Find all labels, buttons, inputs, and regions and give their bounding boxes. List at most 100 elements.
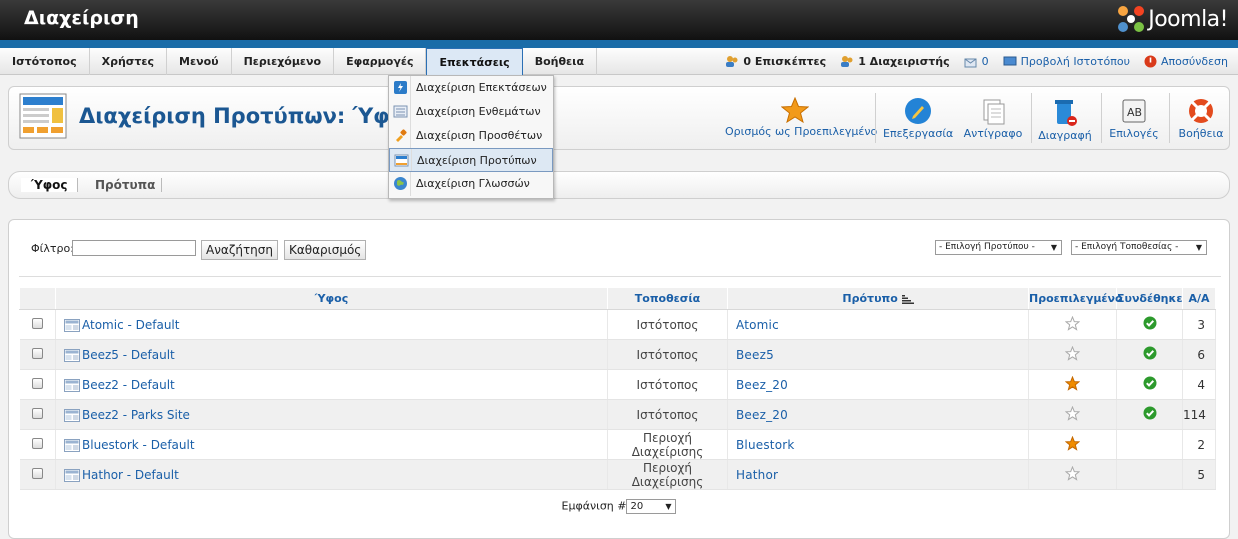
status-messages[interactable]: 0 [964, 55, 989, 68]
template-link[interactable]: Atomic [728, 318, 779, 332]
admin-header: Διαχείριση Joomla! [0, 0, 1238, 40]
id-cell: 6 [1182, 339, 1216, 370]
filter-input[interactable] [72, 240, 196, 256]
filter-label: Φίλτρο: [31, 242, 74, 255]
menu-content[interactable]: Περιεχόμενο [232, 48, 335, 75]
row-checkbox[interactable] [31, 377, 43, 389]
assigned-check-icon [1143, 406, 1156, 420]
col-default[interactable]: Προεπιλεγμένο [1028, 287, 1123, 310]
col-location[interactable]: Τοποθεσία [607, 287, 728, 310]
help-button[interactable]: Βοήθεια [1174, 97, 1228, 143]
col-checkbox [19, 287, 56, 310]
default-star-icon[interactable] [1064, 435, 1081, 451]
row-checkbox[interactable] [31, 407, 43, 419]
style-link[interactable]: Atomic - Default [82, 318, 179, 332]
table-row: Beez2 - Default Ιστότοπος Beez_20 4 [19, 369, 1216, 400]
menu-users[interactable]: Χρήστες [90, 48, 168, 75]
menu-menus[interactable]: Μενού [167, 48, 232, 75]
module-icon [393, 105, 408, 118]
logout-link[interactable]: Αποσύνδεση [1144, 55, 1228, 68]
template-cell: Beez_20 [727, 399, 1029, 430]
menu-site[interactable]: Ιστότοπος [0, 48, 90, 75]
style-cell: Hathor - Default [55, 459, 608, 490]
joomla-logo-icon [1118, 6, 1145, 32]
not-default-star-icon[interactable] [1064, 465, 1081, 481]
row-select-cell [19, 369, 56, 400]
assigned-cell [1116, 399, 1183, 430]
template-link[interactable]: Beez5 [728, 348, 774, 362]
template-link[interactable]: Beez_20 [728, 408, 788, 422]
dd-module-manager[interactable]: Διαχείριση Ενθεμάτων [389, 100, 553, 124]
tab-styles[interactable]: Ύφος [21, 178, 78, 192]
row-checkbox[interactable] [31, 347, 43, 359]
not-default-star-icon[interactable] [1064, 405, 1081, 421]
pagination-limit-select[interactable]: 20 ▼ [626, 499, 677, 514]
row-select-cell [19, 399, 56, 430]
default-cell [1028, 369, 1117, 400]
template-link[interactable]: Hathor [728, 468, 778, 482]
make-default-button[interactable]: Ορισμός ως Προεπιλεγμένο [725, 97, 877, 143]
template-thumbnail-icon [64, 408, 80, 422]
col-style[interactable]: Ύφος [55, 287, 608, 310]
row-checkbox[interactable] [31, 437, 43, 449]
admins-count: 1 Διαχειριστής [858, 55, 950, 68]
col-assigned[interactable]: Συνδέθηκε [1116, 287, 1183, 310]
col-id[interactable]: Α/Α [1182, 287, 1216, 310]
toolbar-separator [1031, 93, 1032, 143]
status-bar: 0 Επισκέπτες 1 Διαχειριστής 0 Προβολή Ισ… [725, 48, 1228, 75]
style-link[interactable]: Hathor - Default [82, 468, 179, 482]
status-visitors: 0 Επισκέπτες [725, 55, 826, 68]
app-title: Διαχείριση [24, 7, 139, 29]
style-link[interactable]: Beez2 - Parks Site [82, 408, 190, 422]
default-star-icon[interactable] [1064, 375, 1081, 391]
chevron-down-icon: ▼ [1050, 243, 1057, 252]
copy-button[interactable]: Αντίγραφο [963, 97, 1023, 143]
style-cell: Beez2 - Default [55, 369, 608, 400]
tab-templates[interactable]: Πρότυπα [95, 178, 155, 192]
not-default-star-icon[interactable] [1064, 315, 1081, 331]
template-link[interactable]: Bluestork [728, 438, 795, 452]
options-button[interactable]: AB Επιλογές [1106, 97, 1162, 143]
dd-module-manager-label: Διαχείριση Ενθεμάτων [416, 105, 541, 118]
dd-plugin-manager-label: Διαχείριση Προσθέτων [416, 129, 543, 142]
col-template[interactable]: Πρότυπο [727, 287, 1029, 310]
template-thumbnail-icon [64, 438, 80, 452]
style-link[interactable]: Beez5 - Default [82, 348, 175, 362]
menu-extensions[interactable]: Επεκτάσεις [426, 48, 523, 75]
template-cell: Bluestork [727, 429, 1029, 460]
row-select-cell [19, 309, 56, 340]
not-default-star-icon[interactable] [1064, 345, 1081, 361]
dd-plugin-manager[interactable]: Διαχείριση Προσθέτων [389, 124, 553, 148]
sort-icon [901, 294, 914, 304]
row-checkbox[interactable] [31, 467, 43, 479]
row-select-cell [19, 459, 56, 490]
menu-components[interactable]: Εφαρμογές [334, 48, 427, 75]
dd-language-manager[interactable]: Διαχείριση Γλωσσών [389, 172, 553, 196]
assigned-cell [1116, 309, 1183, 340]
style-link[interactable]: Beez2 - Default [82, 378, 175, 392]
dd-template-manager-label: Διαχείριση Προτύπων [417, 154, 537, 167]
dd-extension-manager[interactable]: Διαχείριση Επεκτάσεων [389, 76, 553, 100]
extension-icon [394, 81, 407, 94]
style-cell: Beez5 - Default [55, 339, 608, 370]
template-link[interactable]: Beez_20 [728, 378, 788, 392]
location-filter-select[interactable]: - Επιλογή Τοποθεσίας - ▼ [1071, 240, 1207, 255]
template-cell: Beez_20 [727, 369, 1029, 400]
edit-button[interactable]: Επεξεργασία [883, 97, 953, 143]
row-checkbox[interactable] [31, 317, 43, 329]
template-filter-select[interactable]: - Επιλογή Προτύπου - ▼ [935, 240, 1062, 255]
assigned-check-icon [1143, 346, 1156, 360]
menu-help[interactable]: Βοήθεια [523, 48, 597, 75]
style-cell: Bluestork - Default [55, 429, 608, 460]
delete-button[interactable]: Διαγραφή [1036, 97, 1094, 143]
view-site-link[interactable]: Προβολή Ιστοτόπου [1003, 55, 1130, 68]
template-thumbnail-icon [64, 318, 80, 332]
search-button[interactable]: Αναζήτηση [201, 240, 278, 260]
row-select-cell [19, 339, 56, 370]
assigned-check-icon [1143, 376, 1156, 390]
id-cell: 5 [1182, 459, 1216, 490]
clear-button[interactable]: Καθαρισμός [284, 240, 367, 260]
dd-template-manager[interactable]: Διαχείριση Προτύπων [389, 148, 553, 172]
star-icon [781, 97, 809, 123]
style-link[interactable]: Bluestork - Default [82, 438, 195, 452]
